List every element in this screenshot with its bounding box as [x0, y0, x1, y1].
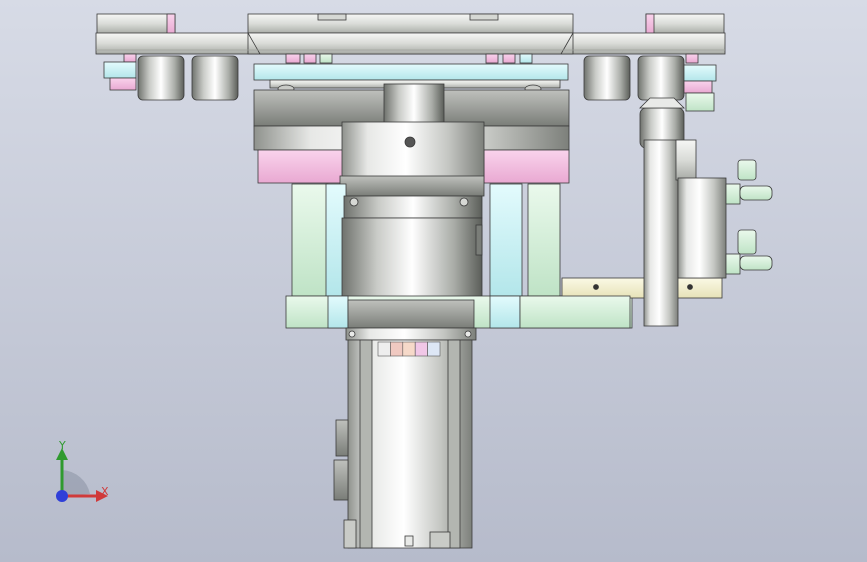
cad-viewport[interactable]: Y X	[0, 0, 867, 562]
motor-label	[377, 341, 441, 357]
x-axis-label: X	[101, 485, 109, 498]
motor-label-segment	[427, 341, 441, 357]
left-clamp	[103, 55, 239, 101]
axis-triad: Y X	[40, 436, 120, 516]
y-axis-label: Y	[59, 439, 66, 452]
motor-label-segment	[402, 341, 416, 357]
motor-label-segment	[390, 341, 404, 357]
assembly-model[interactable]	[0, 0, 867, 562]
gear-reducer	[341, 195, 483, 301]
motor-label-segment	[414, 341, 428, 357]
triad-graphic	[56, 448, 108, 502]
air-cylinder	[677, 159, 773, 279]
top-plate	[95, 13, 726, 55]
motor-label-segment	[377, 341, 391, 357]
servo-motor	[333, 327, 477, 549]
rotary-plate	[253, 63, 569, 81]
rotary-table	[253, 83, 570, 197]
z-axis-dot	[56, 490, 68, 502]
